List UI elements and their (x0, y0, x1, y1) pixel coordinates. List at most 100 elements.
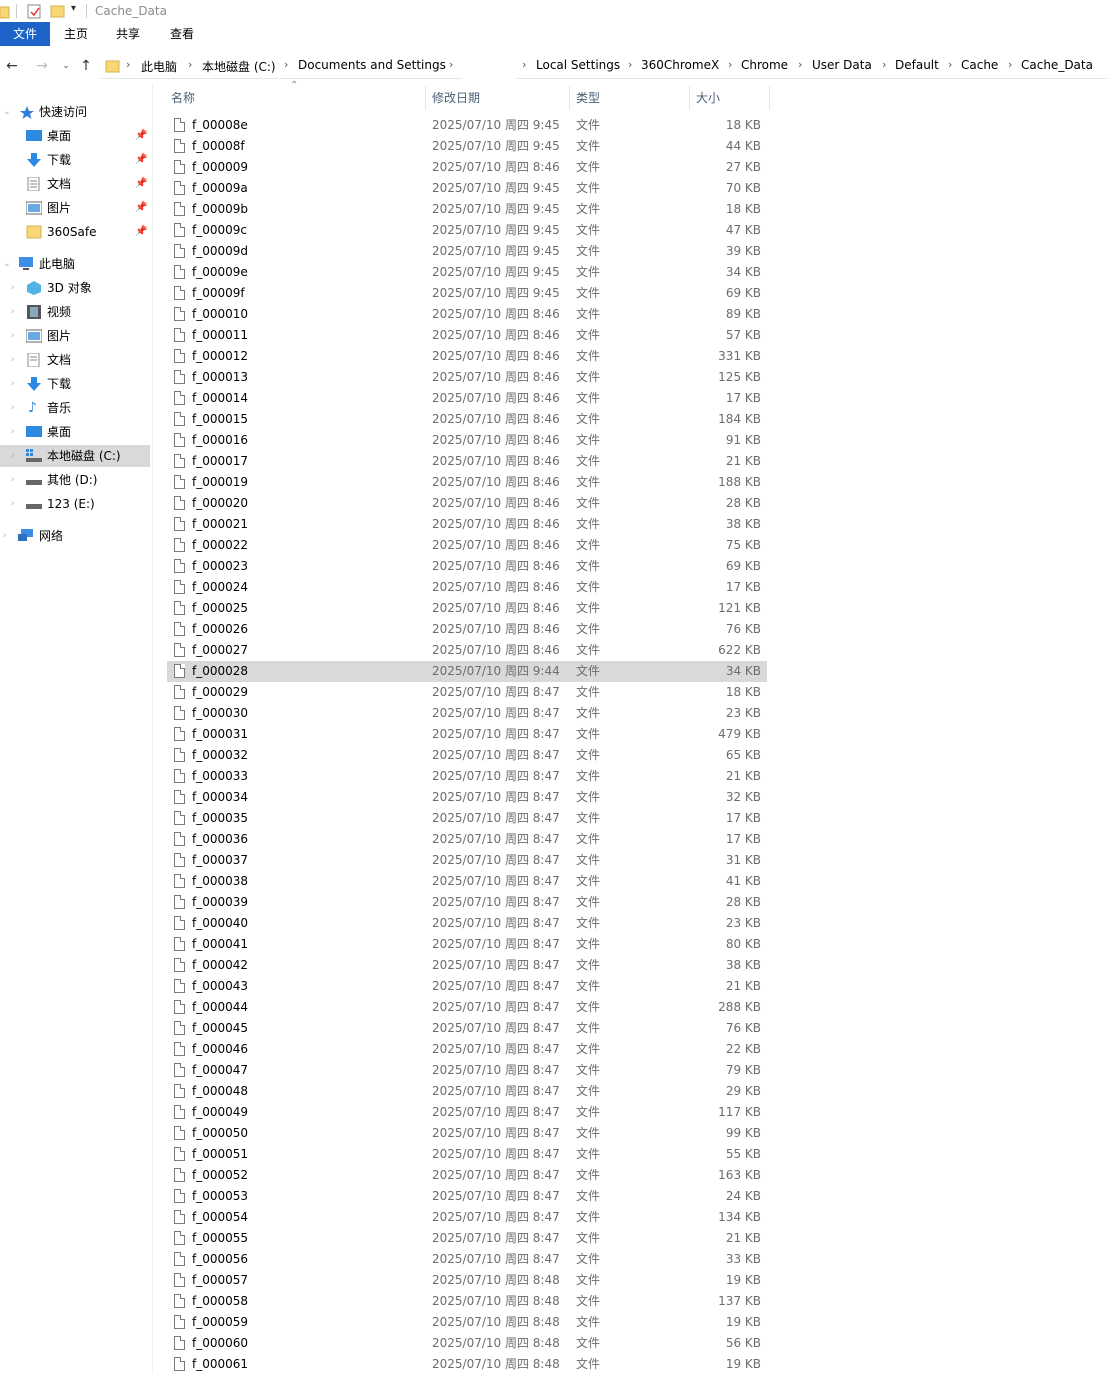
properties-icon[interactable] (27, 3, 43, 19)
forward-icon[interactable]: → (34, 57, 50, 75)
file-row[interactable]: f_000039 2025/07/10 周四 8:47 文件 28 KB (167, 892, 767, 913)
file-row[interactable]: f_00009b 2025/07/10 周四 9:45 文件 18 KB (167, 199, 767, 220)
column-header-type[interactable]: 类型 (570, 86, 690, 110)
sidebar-item-music[interactable]: › ♪ 音乐 (0, 397, 150, 419)
chevron-right-icon[interactable]: › (798, 58, 802, 71)
chevron-right-icon[interactable]: › (11, 445, 15, 467)
chevron-right-icon[interactable]: › (449, 58, 453, 71)
file-row[interactable]: f_000033 2025/07/10 周四 8:47 文件 21 KB (167, 766, 767, 787)
address-bar[interactable]: › 此电脑 › 本地磁盘 (C:) › Documents and Settin… (101, 50, 1107, 82)
file-row[interactable]: f_000051 2025/07/10 周四 8:47 文件 55 KB (167, 1144, 767, 1165)
chevron-right-icon[interactable]: › (728, 58, 732, 71)
crumb-drive-c[interactable]: 本地磁盘 (C:) (202, 58, 276, 75)
sidebar-item-documents-pc[interactable]: › 文档 (0, 349, 150, 371)
chevron-right-icon[interactable]: › (284, 58, 288, 71)
file-row[interactable]: f_000060 2025/07/10 周四 8:48 文件 56 KB (167, 1333, 767, 1354)
chevron-right-icon[interactable]: › (11, 349, 15, 371)
file-row[interactable]: f_000031 2025/07/10 周四 8:47 文件 479 KB (167, 724, 767, 745)
file-row[interactable]: f_00009e 2025/07/10 周四 9:45 文件 34 KB (167, 262, 767, 283)
tab-view[interactable]: 查看 (158, 22, 206, 46)
crumb-local-settings[interactable]: Local Settings (536, 58, 620, 72)
sidebar-item-documents[interactable]: 文档 📌 (0, 173, 150, 195)
crumb-default[interactable]: Default (895, 58, 939, 72)
file-row[interactable]: f_000013 2025/07/10 周四 8:46 文件 125 KB (167, 367, 767, 388)
crumb-360chromex[interactable]: 360ChromeX (641, 58, 719, 72)
column-header-name[interactable]: 名称 (165, 86, 426, 110)
sidebar-item-drive-d[interactable]: › 其他 (D:) (0, 469, 150, 491)
chevron-down-icon[interactable]: ⌄ (3, 253, 11, 275)
file-row[interactable]: f_00009c 2025/07/10 周四 9:45 文件 47 KB (167, 220, 767, 241)
file-row[interactable]: f_000012 2025/07/10 周四 8:46 文件 331 KB (167, 346, 767, 367)
pin-icon[interactable]: 📌 (135, 221, 147, 243)
file-row[interactable]: f_000020 2025/07/10 周四 8:46 文件 28 KB (167, 493, 767, 514)
file-row[interactable]: f_000049 2025/07/10 周四 8:47 文件 117 KB (167, 1102, 767, 1123)
file-row[interactable]: f_00008e 2025/07/10 周四 9:45 文件 18 KB (167, 115, 767, 136)
column-header-size[interactable]: 大小 (690, 86, 770, 110)
file-row[interactable]: f_000058 2025/07/10 周四 8:48 文件 137 KB (167, 1291, 767, 1312)
file-row[interactable]: f_000017 2025/07/10 周四 8:46 文件 21 KB (167, 451, 767, 472)
file-row[interactable]: f_000055 2025/07/10 周四 8:47 文件 21 KB (167, 1228, 767, 1249)
chevron-right-icon[interactable]: › (1008, 58, 1012, 71)
chevron-right-icon[interactable]: › (522, 58, 526, 71)
chevron-right-icon[interactable]: › (11, 397, 15, 419)
file-row[interactable]: f_000034 2025/07/10 周四 8:47 文件 32 KB (167, 787, 767, 808)
sidebar-item-videos[interactable]: › 视频 (0, 301, 150, 323)
file-row[interactable]: f_000015 2025/07/10 周四 8:46 文件 184 KB (167, 409, 767, 430)
sidebar-item-360safe[interactable]: 360Safe 📌 (0, 221, 150, 243)
chevron-right-icon[interactable]: › (188, 58, 192, 71)
file-row[interactable]: f_000026 2025/07/10 周四 8:46 文件 76 KB (167, 619, 767, 640)
chevron-right-icon[interactable]: › (3, 525, 7, 547)
tab-file[interactable]: 文件 (0, 22, 50, 46)
tab-share[interactable]: 共享 (104, 22, 152, 46)
file-row[interactable]: f_000027 2025/07/10 周四 8:46 文件 622 KB (167, 640, 767, 661)
sidebar-item-desktop[interactable]: 桌面 📌 (0, 125, 150, 147)
chevron-down-icon[interactable]: ⌄ (3, 101, 11, 123)
file-row[interactable]: f_000046 2025/07/10 周四 8:47 文件 22 KB (167, 1039, 767, 1060)
file-row[interactable]: f_000041 2025/07/10 周四 8:47 文件 80 KB (167, 934, 767, 955)
sidebar-item-downloads-pc[interactable]: › 下载 (0, 373, 150, 395)
pin-icon[interactable]: 📌 (135, 197, 147, 219)
pin-icon[interactable]: 📌 (135, 173, 147, 195)
file-row[interactable]: f_000010 2025/07/10 周四 8:46 文件 89 KB (167, 304, 767, 325)
file-row[interactable]: f_00009f 2025/07/10 周四 9:45 文件 69 KB (167, 283, 767, 304)
file-row[interactable]: f_000028 2025/07/10 周四 9:44 文件 34 KB (167, 661, 767, 682)
file-row[interactable]: f_000057 2025/07/10 周四 8:48 文件 19 KB (167, 1270, 767, 1291)
file-row[interactable]: f_00009d 2025/07/10 周四 9:45 文件 39 KB (167, 241, 767, 262)
sidebar-item-drive-c[interactable]: › 本地磁盘 (C:) (0, 445, 150, 467)
file-row[interactable]: f_000024 2025/07/10 周四 8:46 文件 17 KB (167, 577, 767, 598)
file-row[interactable]: f_000016 2025/07/10 周四 8:46 文件 91 KB (167, 430, 767, 451)
file-row[interactable]: f_000053 2025/07/10 周四 8:47 文件 24 KB (167, 1186, 767, 1207)
chevron-right-icon[interactable]: › (11, 421, 15, 443)
customize-quick-access-icon[interactable]: ▾ (71, 3, 76, 14)
chevron-right-icon[interactable]: › (11, 469, 15, 491)
chevron-right-icon[interactable]: › (11, 277, 15, 299)
file-row[interactable]: f_000036 2025/07/10 周四 8:47 文件 17 KB (167, 829, 767, 850)
file-row[interactable]: f_000037 2025/07/10 周四 8:47 文件 31 KB (167, 850, 767, 871)
file-row[interactable]: f_000021 2025/07/10 周四 8:46 文件 38 KB (167, 514, 767, 535)
crumb-this-pc[interactable]: 此电脑 (141, 58, 177, 75)
chevron-right-icon[interactable]: › (628, 58, 632, 71)
chevron-right-icon[interactable]: › (882, 58, 886, 71)
sidebar-this-pc[interactable]: ⌄ 此电脑 (0, 253, 150, 275)
file-row[interactable]: f_000019 2025/07/10 周四 8:46 文件 188 KB (167, 472, 767, 493)
tab-home[interactable]: 主页 (52, 22, 100, 46)
file-row[interactable]: f_000030 2025/07/10 周四 8:47 文件 23 KB (167, 703, 767, 724)
file-row[interactable]: f_000040 2025/07/10 周四 8:47 文件 23 KB (167, 913, 767, 934)
pane-divider[interactable] (152, 84, 153, 1374)
file-row[interactable]: f_000048 2025/07/10 周四 8:47 文件 29 KB (167, 1081, 767, 1102)
crumb-cache-data[interactable]: Cache_Data (1021, 58, 1093, 72)
sidebar-item-3d-objects[interactable]: › 3D 对象 (0, 277, 150, 299)
sidebar-network[interactable]: › 网络 (0, 525, 150, 547)
sidebar-item-pictures-pc[interactable]: › 图片 (0, 325, 150, 347)
file-row[interactable]: f_000052 2025/07/10 周四 8:47 文件 163 KB (167, 1165, 767, 1186)
file-row[interactable]: f_000043 2025/07/10 周四 8:47 文件 21 KB (167, 976, 767, 997)
sidebar-quick-access[interactable]: ⌄ 快速访问 (0, 101, 150, 123)
file-row[interactable]: f_000029 2025/07/10 周四 8:47 文件 18 KB (167, 682, 767, 703)
pin-icon[interactable]: 📌 (135, 125, 147, 147)
file-row[interactable]: f_000023 2025/07/10 周四 8:46 文件 69 KB (167, 556, 767, 577)
file-row[interactable]: f_000014 2025/07/10 周四 8:46 文件 17 KB (167, 388, 767, 409)
chevron-right-icon[interactable]: › (948, 58, 952, 71)
crumb-chrome[interactable]: Chrome (741, 58, 788, 72)
column-header-date[interactable]: 修改日期 (426, 86, 570, 110)
file-row[interactable]: f_000047 2025/07/10 周四 8:47 文件 79 KB (167, 1060, 767, 1081)
